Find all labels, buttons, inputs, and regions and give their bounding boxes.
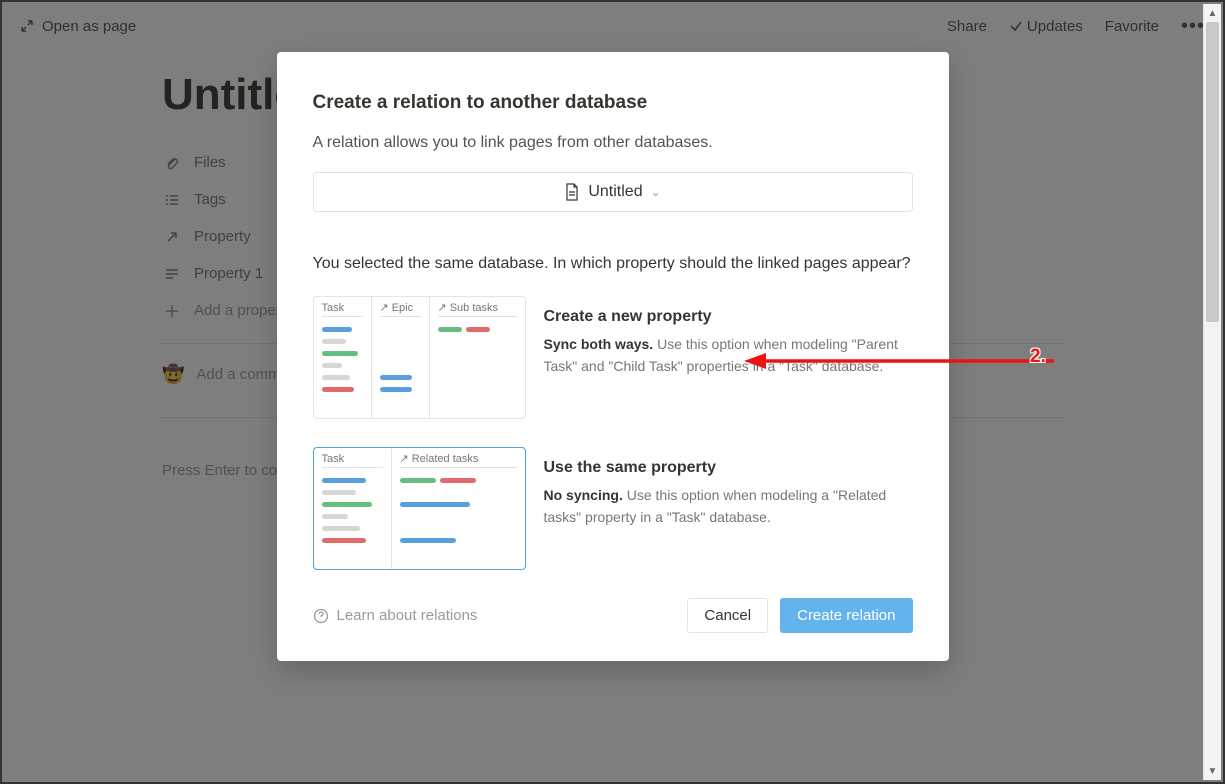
annotation-label: 2. — [1030, 346, 1046, 368]
option-title: Create a new property — [544, 308, 913, 326]
thumb-header-task: Task — [322, 303, 363, 317]
database-selector[interactable]: Untitled ⌄ — [313, 172, 913, 212]
option-title: Use the same property — [544, 459, 913, 477]
learn-label: Learn about relations — [337, 607, 478, 624]
scrollbar-thumb[interactable] — [1206, 22, 1219, 322]
chevron-down-icon: ⌄ — [651, 185, 661, 199]
option-description: Sync both ways. Use this option when mod… — [544, 334, 913, 377]
thumb-header-epic: ↗Epic — [380, 303, 421, 317]
thumb-header-task: Task — [322, 454, 383, 468]
selected-database-label: Untitled — [588, 183, 642, 201]
option-thumbnail: Task ↗Related tasks — [313, 447, 526, 570]
cancel-button[interactable]: Cancel — [687, 598, 768, 633]
page-icon — [564, 183, 580, 201]
help-icon — [313, 608, 329, 624]
option-same-property[interactable]: Task ↗Related tasks — [313, 447, 913, 570]
scroll-down-button[interactable]: ▼ — [1204, 762, 1221, 780]
thumb-header-sub: ↗Sub tasks — [438, 303, 517, 317]
thumb-header-related: ↗Related tasks — [400, 454, 517, 468]
modal-title: Create a relation to another database — [313, 92, 913, 114]
option-description: No syncing. Use this option when modelin… — [544, 485, 913, 528]
option-thumbnail: Task ↗Epic ↗ — [313, 296, 526, 419]
modal-subtitle: A relation allows you to link pages from… — [313, 134, 913, 152]
create-relation-button[interactable]: Create relation — [780, 598, 912, 633]
scroll-up-button[interactable]: ▲ — [1204, 4, 1221, 22]
create-relation-modal: Create a relation to another database A … — [277, 52, 949, 661]
option-new-property[interactable]: Task ↗Epic ↗ — [313, 296, 913, 419]
scrollbar-track[interactable] — [1204, 22, 1221, 762]
modal-question: You selected the same database. In which… — [313, 252, 913, 276]
learn-about-relations-link[interactable]: Learn about relations — [313, 607, 478, 624]
vertical-scrollbar[interactable]: ▲ ▼ — [1203, 4, 1221, 780]
modal-overlay[interactable]: Create a relation to another database A … — [2, 2, 1223, 782]
